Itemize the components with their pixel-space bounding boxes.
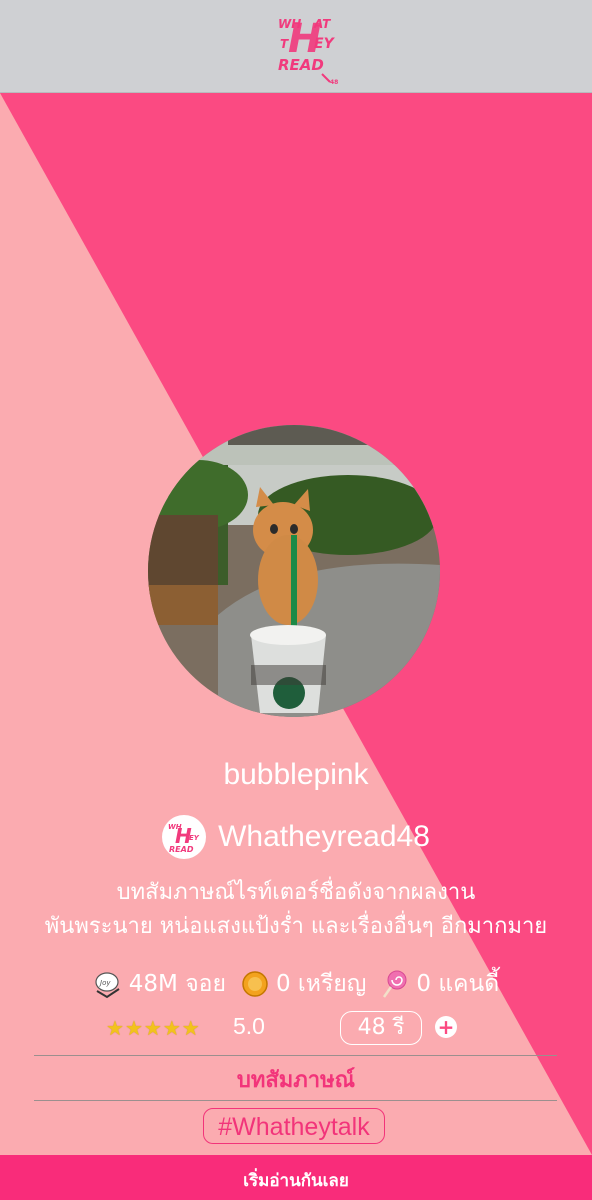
coin-stat: 0 เหรียญ — [240, 966, 366, 1002]
svg-text:EY: EY — [314, 36, 336, 52]
top-bar: WH AT H T EY READ 48 — [0, 0, 592, 93]
svg-text:EY: EY — [189, 834, 200, 842]
description-line-2: พันพระนาย หน่อแสงแป้งร่ำ และเรื่องอื่นๆ … — [44, 914, 548, 939]
source-row[interactable]: WH H EY READ Whatheyread48 — [0, 812, 592, 862]
whatheyread-logo[interactable]: WH AT H T EY READ 48 — [270, 8, 342, 86]
svg-text:T: T — [280, 37, 289, 51]
episode-count: 48 รี — [340, 1011, 422, 1045]
svg-text:Joy: Joy — [98, 979, 111, 987]
kitten-photo — [148, 425, 440, 717]
joy-stat: Joy 48M จอย — [93, 966, 226, 1002]
divider-top — [34, 1055, 557, 1056]
divider-bottom — [34, 1100, 557, 1101]
star-icon: ★ — [143, 1016, 162, 1040]
coin-value: 0 เหรียญ — [275, 971, 367, 997]
hashtag-tag[interactable]: #Whatheytalk — [203, 1108, 385, 1144]
rating-stars: ★ ★ ★ ★ ★ — [106, 1014, 200, 1042]
lollipop-icon — [383, 970, 407, 998]
whatheyread-logo-small: WH H EY READ — [162, 815, 207, 859]
coin-icon — [242, 971, 268, 997]
star-icon: ★ — [181, 1016, 200, 1040]
star-icon: ★ — [124, 1016, 143, 1040]
svg-text:48: 48 — [330, 79, 338, 86]
add-button[interactable]: + — [435, 1016, 457, 1038]
star-icon: ★ — [106, 1016, 124, 1040]
profile-avatar — [148, 425, 440, 717]
svg-text:READ: READ — [278, 56, 324, 74]
category-label[interactable]: บทสัมภาษณ์ — [0, 1062, 592, 1097]
description: บทสัมภาษณ์ไรท์เตอร์ชื่อดังจากผลงาน พันพร… — [0, 876, 592, 944]
svg-text:READ: READ — [169, 845, 194, 854]
source-name: Whatheyread48 — [218, 820, 430, 853]
description-line-1: บทสัมภาษณ์ไรท์เตอร์ชื่อดังจากผลงาน — [116, 880, 476, 905]
rating-value: 5.0 — [233, 1013, 265, 1039]
username: bubblepink — [223, 758, 369, 791]
candy-value: 0 แคนดี้ — [416, 971, 500, 997]
joy-value: 48M จอย — [128, 971, 226, 997]
rating-row: ★ ★ ★ ★ ★ 5.0 48 รี + — [0, 1011, 592, 1049]
start-reading-button[interactable]: เริ่มอ่านกันเลย — [0, 1167, 592, 1194]
joy-icon: Joy — [95, 972, 120, 999]
candy-stat: 0 แคนดี้ — [380, 966, 499, 1002]
star-icon: ★ — [162, 1016, 181, 1040]
stats-row: Joy 48M จอย 0 เหรียญ 0 แคนดี้ — [0, 964, 592, 1004]
